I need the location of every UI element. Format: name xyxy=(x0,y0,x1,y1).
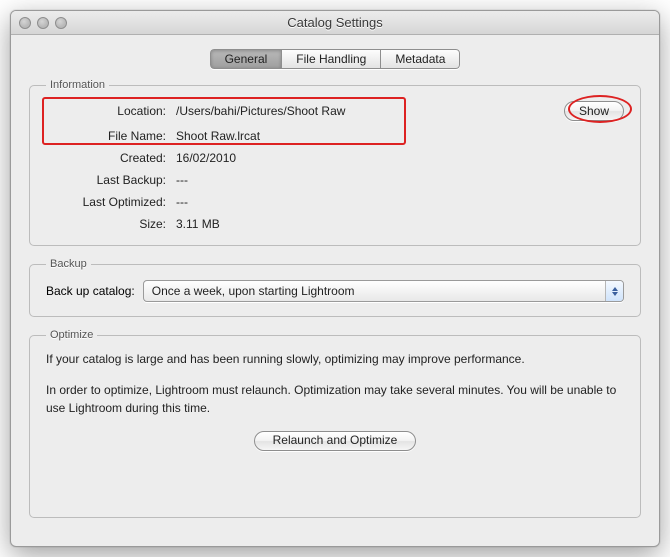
last-optimized-label: Last Optimized: xyxy=(46,195,166,209)
backup-label: Back up catalog: xyxy=(46,284,135,298)
file-name-value: Shoot Raw.lrcat xyxy=(176,129,554,143)
optimize-text: If your catalog is large and has been ru… xyxy=(46,351,624,451)
window-body: General File Handling Metadata Informati… xyxy=(11,35,659,546)
optimize-paragraph-1: If your catalog is large and has been ru… xyxy=(46,351,624,368)
window-controls xyxy=(19,17,67,29)
backup-select-value: Once a week, upon starting Lightroom xyxy=(152,284,605,298)
created-value: 16/02/2010 xyxy=(176,151,554,165)
file-name-label: File Name: xyxy=(46,129,166,143)
window-title: Catalog Settings xyxy=(11,15,659,30)
catalog-settings-window: Catalog Settings General File Handling M… xyxy=(10,10,660,547)
show-button-cell: Show xyxy=(564,101,624,121)
information-legend: Information xyxy=(46,79,109,91)
tab-general[interactable]: General xyxy=(210,49,283,69)
relaunch-and-optimize-button[interactable]: Relaunch and Optimize xyxy=(254,431,417,451)
created-label: Created: xyxy=(46,151,166,165)
backup-row: Back up catalog: Once a week, upon start… xyxy=(46,280,624,302)
tab-file-handling[interactable]: File Handling xyxy=(282,49,381,69)
tab-metadata[interactable]: Metadata xyxy=(381,49,460,69)
information-content: Location: /Users/bahi/Pictures/Shoot Raw… xyxy=(46,101,624,231)
last-optimized-value: --- xyxy=(176,195,554,209)
minimize-icon[interactable] xyxy=(37,17,49,29)
size-value: 3.11 MB xyxy=(176,217,554,231)
backup-select[interactable]: Once a week, upon starting Lightroom xyxy=(143,280,624,302)
tab-segmented-control: General File Handling Metadata xyxy=(210,49,461,69)
information-group: Information Location: /Users/bahi/Pictur… xyxy=(29,79,641,246)
backup-legend: Backup xyxy=(46,258,91,270)
titlebar: Catalog Settings xyxy=(11,11,659,35)
optimize-button-row: Relaunch and Optimize xyxy=(46,431,624,451)
information-grid: Location: /Users/bahi/Pictures/Shoot Raw… xyxy=(46,101,624,231)
chevron-up-down-icon xyxy=(605,281,623,301)
last-backup-label: Last Backup: xyxy=(46,173,166,187)
close-icon[interactable] xyxy=(19,17,31,29)
zoom-icon[interactable] xyxy=(55,17,67,29)
size-label: Size: xyxy=(46,217,166,231)
last-backup-value: --- xyxy=(176,173,554,187)
optimize-legend: Optimize xyxy=(46,329,97,341)
location-label: Location: xyxy=(46,104,166,118)
show-button[interactable]: Show xyxy=(564,101,624,121)
optimize-paragraph-2: In order to optimize, Lightroom must rel… xyxy=(46,382,624,417)
location-value: /Users/bahi/Pictures/Shoot Raw xyxy=(176,104,554,118)
optimize-group: Optimize If your catalog is large and ha… xyxy=(29,329,641,518)
backup-group: Backup Back up catalog: Once a week, upo… xyxy=(29,258,641,317)
tab-row: General File Handling Metadata xyxy=(29,49,641,69)
